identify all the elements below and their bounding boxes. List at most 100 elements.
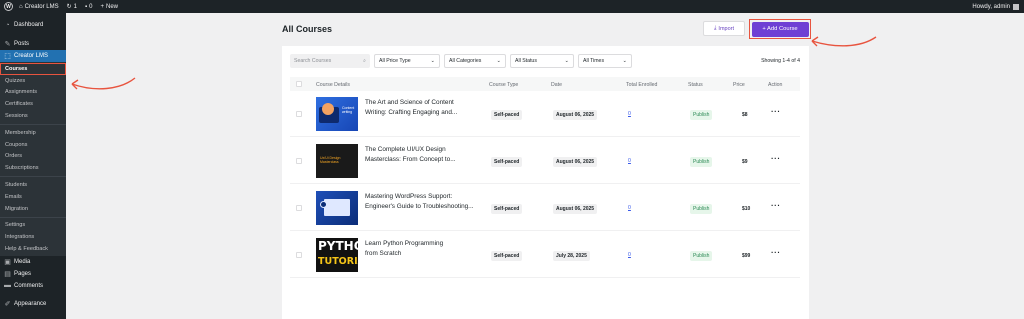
submenu-emails[interactable]: Emails bbox=[0, 191, 66, 203]
row-checkbox[interactable] bbox=[296, 111, 302, 117]
header-course-details: Course Details bbox=[316, 81, 351, 88]
course-title-link[interactable]: The Art and Science of Content Writing: … bbox=[365, 98, 490, 117]
wordpress-logo-icon[interactable]: W bbox=[4, 2, 13, 11]
more-actions-icon[interactable]: ··· bbox=[771, 107, 781, 116]
page-title: All Courses bbox=[282, 24, 333, 34]
home-icon: ⌂ bbox=[19, 3, 23, 10]
header-status: Status bbox=[688, 81, 703, 88]
site-name-link[interactable]: ⌂ Creator LMS bbox=[19, 4, 59, 10]
status-badge: Publish bbox=[690, 251, 713, 261]
more-actions-icon[interactable]: ··· bbox=[771, 201, 781, 210]
menu-creator-lms[interactable]: ⬚ Creator LMS bbox=[0, 50, 66, 62]
enrolled-count-link[interactable]: 0 bbox=[628, 158, 631, 164]
submenu-help-feedback[interactable]: Help & Feedback bbox=[0, 243, 66, 255]
submenu-integrations[interactable]: Integrations bbox=[0, 231, 66, 243]
price-type-select[interactable]: All Price Type ⌄ bbox=[374, 54, 440, 68]
menu-pages[interactable]: ▤ Pages bbox=[0, 268, 66, 280]
date-badge: August 06, 2025 bbox=[553, 110, 598, 120]
header-total-enrolled: Total Enrolled bbox=[626, 81, 658, 88]
comments-link[interactable]: ▪ 0 bbox=[85, 4, 92, 10]
submenu-divider bbox=[0, 123, 66, 125]
chevron-down-icon: ⌄ bbox=[430, 58, 435, 64]
creator-lms-submenu: Courses Quizzes Assignments Certificates… bbox=[0, 62, 66, 256]
menu-appearance[interactable]: ✐ Appearance bbox=[0, 298, 66, 310]
results-count: Showing 1-4 of 4 bbox=[761, 58, 800, 64]
import-button[interactable]: ⤓ Import bbox=[703, 21, 745, 36]
course-title-link[interactable]: The Complete UI/UX Design Masterclass: F… bbox=[365, 145, 490, 164]
status-select[interactable]: All Status ⌄ bbox=[510, 54, 574, 68]
table-header: Course Details Course Type Date Total En… bbox=[290, 77, 800, 91]
menu-comments[interactable]: ▬ Comments bbox=[0, 280, 66, 292]
dashboard-icon: ◔ bbox=[5, 21, 10, 29]
price-value: $8 bbox=[742, 112, 748, 118]
enrolled-count-link[interactable]: 0 bbox=[628, 205, 631, 211]
times-select[interactable]: All Times ⌄ bbox=[578, 54, 632, 68]
row-checkbox[interactable] bbox=[296, 205, 302, 211]
menu-dashboard[interactable]: ◔ Dashboard bbox=[0, 19, 66, 31]
course-title-link[interactable]: Mastering WordPress Support: Engineer's … bbox=[365, 192, 490, 211]
submenu-settings[interactable]: Settings bbox=[0, 220, 66, 232]
arrowhead-add-course bbox=[811, 36, 819, 47]
price-value: $10 bbox=[742, 206, 751, 212]
download-icon: ⤓ bbox=[713, 25, 717, 31]
row-checkbox[interactable] bbox=[296, 252, 302, 258]
filters-bar: Search Courses ⌕ All Price Type ⌄ All Cat… bbox=[290, 54, 632, 68]
header-date: Date bbox=[551, 81, 562, 88]
media-icon: ▣ bbox=[4, 258, 11, 266]
updates-link[interactable]: ↻ 1 bbox=[66, 3, 77, 11]
add-course-button[interactable]: + Add Course bbox=[751, 21, 809, 37]
course-type-badge: Self-paced bbox=[491, 110, 523, 120]
avatar bbox=[1013, 3, 1019, 10]
new-content-link[interactable]: + New bbox=[101, 4, 119, 10]
submenu-students[interactable]: Students bbox=[0, 179, 66, 191]
table-row[interactable]: Ux/Ui Design Masterclass The Complete UI… bbox=[290, 138, 800, 184]
chevron-down-icon: ⌄ bbox=[564, 58, 569, 64]
course-title-link[interactable]: Learn Python Programming from Scratch bbox=[365, 239, 490, 258]
row-checkbox[interactable] bbox=[296, 158, 302, 164]
date-badge: August 06, 2025 bbox=[553, 157, 598, 167]
categories-select[interactable]: All Categories ⌄ bbox=[444, 54, 506, 68]
status-badge: Publish bbox=[690, 157, 713, 167]
date-badge: July 28, 2025 bbox=[553, 251, 590, 261]
submenu-assignments[interactable]: Assignments bbox=[0, 87, 66, 99]
submenu-coupons[interactable]: Coupons bbox=[0, 139, 66, 151]
plus-icon: + bbox=[100, 3, 105, 10]
table-row[interactable]: Mastering WordPress Support: Engineer's … bbox=[290, 185, 800, 231]
enrolled-count-link[interactable]: 0 bbox=[628, 252, 631, 258]
account-menu[interactable]: Howdy, admin bbox=[972, 0, 1019, 13]
search-icon: ⌕ bbox=[363, 57, 366, 64]
arrow-to-add-course bbox=[811, 36, 877, 47]
course-thumbnail: PYTHON TUTORIAL bbox=[316, 238, 358, 272]
submenu-membership[interactable]: Membership bbox=[0, 127, 66, 139]
submenu-orders[interactable]: Orders bbox=[0, 151, 66, 163]
table-row[interactable]: PYTHON TUTORIAL Learn Python Programming… bbox=[290, 232, 800, 278]
enrolled-count-link[interactable]: 0 bbox=[628, 111, 631, 117]
menu-posts[interactable]: ✎ Posts bbox=[0, 38, 66, 50]
more-actions-icon[interactable]: ··· bbox=[771, 154, 781, 163]
course-type-badge: Self-paced bbox=[491, 157, 523, 167]
table-row[interactable]: Content writing The Art and Science of C… bbox=[290, 91, 800, 137]
submenu-quizzes[interactable]: Quizzes bbox=[0, 75, 66, 87]
submenu-sessions[interactable]: Sessions bbox=[0, 110, 66, 122]
updates-icon: ↻ bbox=[66, 4, 72, 10]
status-badge: Publish bbox=[690, 110, 713, 120]
submenu-migration[interactable]: Migration bbox=[0, 203, 66, 215]
course-thumbnail: Ux/Ui Design Masterclass bbox=[316, 144, 358, 178]
search-input[interactable]: Search Courses ⌕ bbox=[290, 54, 370, 68]
select-all-checkbox[interactable] bbox=[296, 81, 302, 87]
course-type-badge: Self-paced bbox=[491, 251, 523, 261]
header-price: Price bbox=[733, 81, 745, 88]
price-value: $9 bbox=[742, 159, 748, 165]
menu-media[interactable]: ▣ Media bbox=[0, 256, 66, 268]
pages-icon: ▤ bbox=[4, 270, 11, 278]
creator-lms-icon: ⬚ bbox=[4, 53, 11, 60]
chevron-down-icon: ⌄ bbox=[496, 58, 501, 64]
submenu-courses[interactable]: Courses bbox=[0, 63, 66, 75]
pin-icon: ✎ bbox=[4, 41, 11, 48]
more-actions-icon[interactable]: ··· bbox=[771, 248, 781, 257]
course-type-badge: Self-paced bbox=[491, 204, 523, 214]
date-badge: August 06, 2025 bbox=[553, 204, 598, 214]
submenu-subscriptions[interactable]: Subscriptions bbox=[0, 162, 66, 174]
submenu-certificates[interactable]: Certificates bbox=[0, 98, 66, 110]
arrow-to-courses bbox=[71, 77, 136, 90]
